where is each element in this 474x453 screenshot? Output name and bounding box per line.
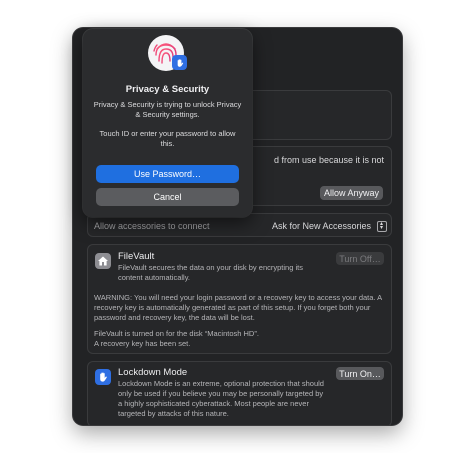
lockdown-title: Lockdown Mode	[118, 367, 188, 378]
auth-dialog: Privacy & Security Privacy & Security is…	[83, 29, 252, 217]
allow-anyway-button[interactable]: Allow Anyway	[320, 186, 383, 200]
lock-badge-icon	[172, 55, 187, 70]
filevault-status-line1: FileVault is turned on for the disk “Mac…	[94, 329, 259, 338]
blocked-software-text: d from use because it is not	[274, 155, 385, 165]
filevault-warning: WARNING: You will need your login passwo…	[94, 293, 382, 322]
filevault-description: FileVault secures the data on your disk …	[118, 263, 303, 282]
dialog-hint: Touch ID or enter your password to allow…	[99, 129, 236, 148]
hand-icon	[95, 369, 111, 385]
dialog-title: Privacy & Security	[125, 84, 210, 95]
updown-chevron-icon: ▴ ▾	[376, 221, 387, 233]
lockdown-panel: Lockdown Mode Lockdown Mode is an extrem…	[87, 361, 392, 425]
lockdown-turn-on-button[interactable]: Turn On…	[336, 367, 384, 380]
accessories-label: Allow accessories to connect	[94, 221, 210, 231]
filevault-panel: FileVault FileVault secures the data on …	[87, 244, 392, 354]
use-password-button[interactable]: Use Password…	[96, 165, 239, 183]
cancel-button[interactable]: Cancel	[96, 188, 239, 206]
dialog-message: Privacy & Security is trying to unlock P…	[93, 100, 242, 119]
accessories-select[interactable]: Ask for New Accessories ▴ ▾	[272, 220, 387, 233]
filevault-turn-off-button[interactable]: Turn Off…	[336, 252, 384, 265]
accessories-select-value: Ask for New Accessories	[272, 221, 372, 231]
filevault-title: FileVault	[118, 251, 155, 262]
lockdown-description: Lockdown Mode is an extreme, optional pr…	[118, 379, 324, 418]
house-icon	[95, 253, 111, 269]
filevault-status-line2: A recovery key has been set.	[94, 339, 191, 348]
